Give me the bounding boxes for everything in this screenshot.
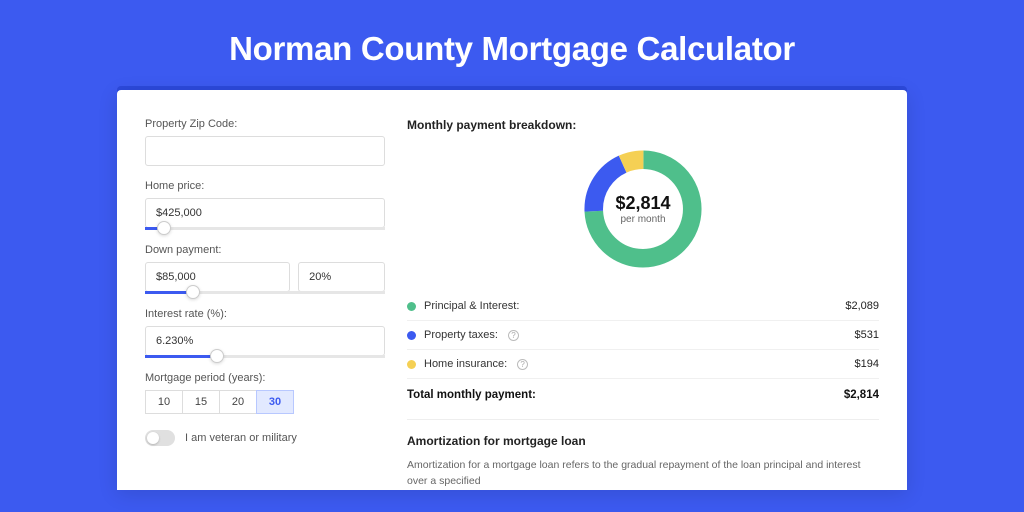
downpayment-group: Down payment: [145,244,385,294]
period-option-20[interactable]: 20 [219,390,257,414]
homeprice-input[interactable] [145,198,385,228]
donut-amount: $2,814 [615,193,670,214]
veteran-label: I am veteran or military [185,432,297,444]
amortization-text: Amortization for a mortgage loan refers … [407,458,879,490]
rate-label: Interest rate (%): [145,308,385,320]
form-column: Property Zip Code: Home price: Down paym… [145,118,385,490]
homeprice-label: Home price: [145,180,385,192]
donut-chart-wrap: $2,814 per month [407,144,879,274]
period-option-10[interactable]: 10 [145,390,183,414]
period-group: Mortgage period (years): 10 15 20 30 [145,372,385,414]
rate-slider-thumb[interactable] [210,349,224,363]
period-option-15[interactable]: 15 [182,390,220,414]
period-option-30[interactable]: 30 [256,390,294,414]
zip-group: Property Zip Code: [145,118,385,166]
homeprice-slider-thumb[interactable] [157,221,171,235]
rate-group: Interest rate (%): [145,308,385,358]
downpayment-label: Down payment: [145,244,385,256]
calculator-card: Property Zip Code: Home price: Down paym… [117,90,907,490]
total-label: Total monthly payment: [407,389,536,401]
rate-slider[interactable] [145,355,385,358]
donut-sub: per month [620,214,665,225]
dot-tax [407,331,416,340]
rate-input[interactable] [145,326,385,356]
legend-val-principal: $2,089 [845,300,879,312]
page-title: Norman County Mortgage Calculator [0,0,1024,86]
homeprice-group: Home price: [145,180,385,230]
info-icon[interactable]: ? [517,359,528,370]
breakdown-column: Monthly payment breakdown: $2,814 per mo… [407,118,879,490]
donut-center: $2,814 per month [578,144,708,274]
legend-label-tax: Property taxes: [424,329,498,341]
downpayment-pct-input[interactable] [298,262,385,292]
period-label: Mortgage period (years): [145,372,385,384]
total-value: $2,814 [844,389,879,401]
period-segments: 10 15 20 30 [145,390,385,414]
downpayment-input[interactable] [145,262,290,292]
dot-insurance [407,360,416,369]
legend-label-principal: Principal & Interest: [424,300,519,312]
veteran-toggle[interactable] [145,430,175,446]
downpayment-slider[interactable] [145,291,385,294]
info-icon[interactable]: ? [508,330,519,341]
legend-val-tax: $531 [855,329,879,341]
legend-label-insurance: Home insurance: [424,358,507,370]
zip-label: Property Zip Code: [145,118,385,130]
amortization-title: Amortization for mortgage loan [407,434,879,448]
legend-row-insurance: Home insurance: ? $194 [407,350,879,379]
legend-val-insurance: $194 [855,358,879,370]
rate-slider-fill [145,355,217,358]
amortization-section: Amortization for mortgage loan Amortizat… [407,419,879,490]
veteran-row: I am veteran or military [145,430,385,446]
legend-row-tax: Property taxes: ? $531 [407,321,879,350]
donut-chart: $2,814 per month [578,144,708,274]
downpayment-slider-thumb[interactable] [186,285,200,299]
total-row: Total monthly payment: $2,814 [407,379,879,415]
zip-input[interactable] [145,136,385,166]
dot-principal [407,302,416,311]
breakdown-title: Monthly payment breakdown: [407,118,879,132]
legend-row-principal: Principal & Interest: $2,089 [407,292,879,321]
homeprice-slider[interactable] [145,227,385,230]
card-outer: Property Zip Code: Home price: Down paym… [117,86,907,490]
